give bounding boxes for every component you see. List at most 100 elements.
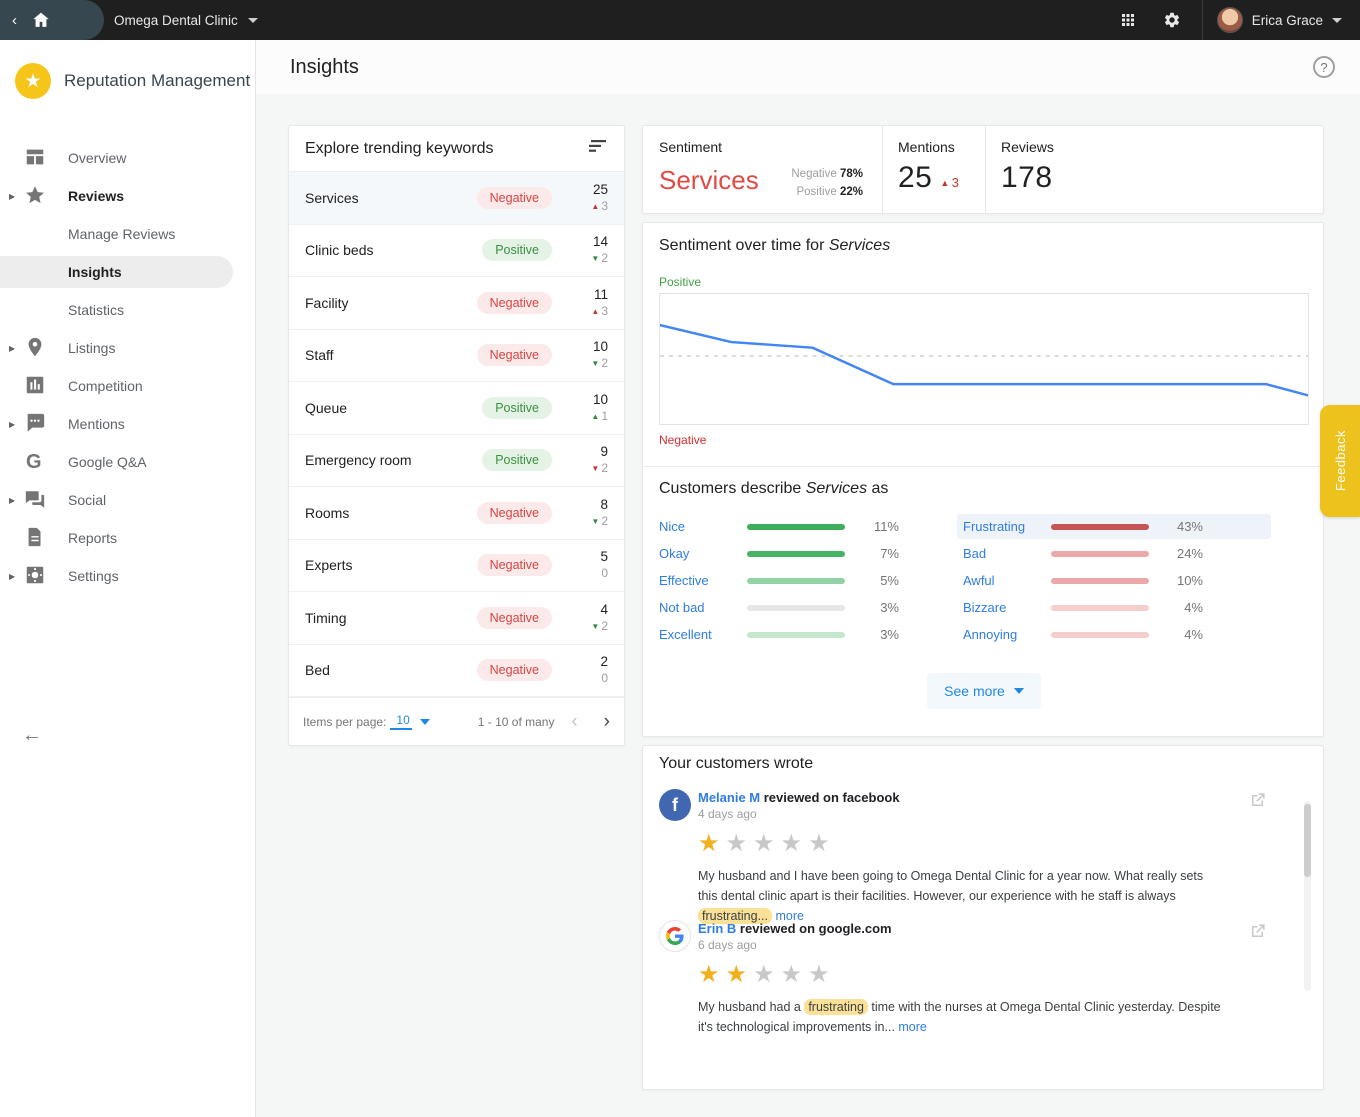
user-menu[interactable]: Erica Grace xyxy=(1203,0,1360,40)
gear-icon[interactable] xyxy=(1150,0,1194,40)
sidebar-item-icon xyxy=(24,260,48,284)
review-timestamp: 6 days ago xyxy=(698,938,757,952)
keyword-row[interactable]: Facility Negative 11 ▲3 xyxy=(289,277,624,330)
sort-icon[interactable] xyxy=(588,138,608,159)
social-icon xyxy=(24,488,48,512)
mentions-value: 25▲3 xyxy=(898,161,960,195)
reviews-label: Reviews xyxy=(1001,139,1054,155)
sidebar-item-social[interactable]: ▶ Social xyxy=(0,481,255,519)
sidebar-item-listings[interactable]: ▶ Listings xyxy=(0,329,255,367)
keyword-row[interactable]: Services Negative 25 ▲3 xyxy=(289,172,624,225)
keyword-count: 4 xyxy=(578,602,608,619)
topbar: ‹ Omega Dental Clinic Erica Grace xyxy=(0,0,1360,40)
chevron-down-icon xyxy=(1014,688,1024,694)
help-icon[interactable]: ? xyxy=(1313,56,1335,78)
feedback-tab[interactable]: Feedback xyxy=(1320,405,1360,517)
keyword-trend: ▲3 xyxy=(578,304,608,319)
star-rating-icon: ★ xyxy=(698,830,726,857)
sentiment-badge: Negative xyxy=(477,292,552,314)
app-logo-star-icon: ★ xyxy=(15,63,51,99)
keyword-count: 14 xyxy=(578,234,608,251)
apps-grid-icon[interactable] xyxy=(1106,0,1150,40)
keyword-count: 5 xyxy=(578,549,608,566)
reviews-section-title: Your customers wrote xyxy=(659,755,813,773)
pagination-next-icon[interactable]: › xyxy=(604,711,610,733)
scrollbar-thumb[interactable] xyxy=(1304,804,1311,877)
term-label-link[interactable]: Not bad xyxy=(659,600,747,615)
sidebar: ★ Reputation Management ▶ Overview ▶ Rev… xyxy=(0,40,256,1117)
keyword-row[interactable]: Staff Negative 10 ▼2 xyxy=(289,330,624,383)
external-link-icon[interactable] xyxy=(1248,922,1267,946)
term-label-link[interactable]: Frustrating xyxy=(963,519,1051,534)
back-chevron-icon[interactable]: ‹ xyxy=(12,12,17,29)
main-header: Insights ? xyxy=(256,40,1360,94)
items-per-page-caret-icon[interactable] xyxy=(420,719,430,725)
sidebar-item-insights[interactable]: ▶ Insights xyxy=(0,253,255,291)
review-author-link[interactable]: Erin B xyxy=(698,921,736,936)
term-label-link[interactable]: Bad xyxy=(963,546,1051,561)
sidebar-item-competition[interactable]: ▶ Competition xyxy=(0,367,255,405)
chevron-down-icon xyxy=(1332,18,1342,23)
term-label-link[interactable]: Excellent xyxy=(659,627,747,642)
star-rating-icon: ★ xyxy=(726,961,754,988)
sentiment-summary: Sentiment Services xyxy=(659,139,759,196)
describe-term-row: Annoying 4% xyxy=(963,621,1247,648)
term-label-link[interactable]: Effective xyxy=(659,573,747,588)
sidebar-item-mentions[interactable]: ▶ Mentions xyxy=(0,405,255,443)
keyword-row[interactable]: Clinic beds Positive 14 ▼2 xyxy=(289,225,624,278)
describe-title: Customers describe Services as xyxy=(659,480,888,498)
expand-arrow-icon[interactable]: ▶ xyxy=(9,344,15,353)
term-label-link[interactable]: Okay xyxy=(659,546,747,561)
highlighted-keyword: frustrating xyxy=(804,999,868,1015)
term-percentage: 43% xyxy=(1149,519,1203,534)
reviews-value: 178 xyxy=(1001,161,1054,195)
expand-arrow-icon[interactable]: ▶ xyxy=(9,496,15,505)
describe-term-row: Nice 11% xyxy=(659,513,949,540)
review-author-link[interactable]: Melanie M xyxy=(698,790,760,805)
keyword-row[interactable]: Experts Negative 5 0 xyxy=(289,540,624,593)
section-divider xyxy=(643,466,1323,467)
keyword-row[interactable]: Emergency room Positive 9 ▼2 xyxy=(289,435,624,488)
keyword-counts: 10 ▲1 xyxy=(578,392,608,424)
keyword-label: Emergency room xyxy=(305,452,482,468)
expand-arrow-icon[interactable]: ▶ xyxy=(9,192,15,201)
keyword-row[interactable]: Bed Negative 2 0 xyxy=(289,645,624,698)
negative-terms-column: Frustrating 43% Bad 24% Awful 10% Bizzar… xyxy=(963,513,1247,648)
sidebar-item-overview[interactable]: ▶ Overview xyxy=(0,139,255,177)
term-bar xyxy=(1051,578,1149,584)
review-action: reviewed on facebook xyxy=(764,790,900,805)
keyword-trend: ▲3 xyxy=(578,199,608,214)
more-link[interactable]: more xyxy=(898,1020,926,1034)
sidebar-header: ★ Reputation Management xyxy=(0,40,255,122)
term-label-link[interactable]: Awful xyxy=(963,573,1051,588)
positive-axis-label: Positive xyxy=(659,275,701,289)
see-more-button[interactable]: See more xyxy=(927,673,1041,709)
external-link-icon[interactable] xyxy=(1248,791,1267,815)
google-g-icon: G xyxy=(24,450,48,474)
keyword-label: Experts xyxy=(305,557,477,573)
collapse-sidebar-arrow-icon[interactable]: ← xyxy=(22,724,42,747)
home-icon[interactable] xyxy=(31,10,51,30)
summary-divider xyxy=(882,126,883,215)
sidebar-item-label: Overview xyxy=(68,150,126,166)
term-label-link[interactable]: Bizzare xyxy=(963,600,1051,615)
keyword-trend: ▼2 xyxy=(578,514,608,529)
account-switcher[interactable]: Omega Dental Clinic xyxy=(114,0,258,40)
sidebar-item-reviews[interactable]: ▶ Reviews xyxy=(0,177,255,215)
sidebar-item-google-q-a[interactable]: ▶ G Google Q&A xyxy=(0,443,255,481)
pagination-prev-icon[interactable]: ‹ xyxy=(571,711,577,733)
sidebar-item-manage-reviews[interactable]: ▶ Manage Reviews xyxy=(0,215,255,253)
term-label-link[interactable]: Nice xyxy=(659,519,747,534)
term-label-link[interactable]: Annoying xyxy=(963,627,1051,642)
expand-arrow-icon[interactable]: ▶ xyxy=(9,572,15,581)
items-per-page-select[interactable]: 10 xyxy=(390,713,411,730)
keyword-row[interactable]: Queue Positive 10 ▲1 xyxy=(289,382,624,435)
keyword-trend: ▲1 xyxy=(578,409,608,424)
keyword-row[interactable]: Rooms Negative 8 ▼2 xyxy=(289,487,624,540)
items-per-page-label: Items per page: xyxy=(303,715,386,729)
sidebar-item-statistics[interactable]: ▶ Statistics xyxy=(0,291,255,329)
sidebar-item-settings[interactable]: ▶ Settings xyxy=(0,557,255,595)
keyword-row[interactable]: Timing Negative 4 ▼2 xyxy=(289,592,624,645)
expand-arrow-icon[interactable]: ▶ xyxy=(9,420,15,429)
sidebar-item-reports[interactable]: ▶ Reports xyxy=(0,519,255,557)
